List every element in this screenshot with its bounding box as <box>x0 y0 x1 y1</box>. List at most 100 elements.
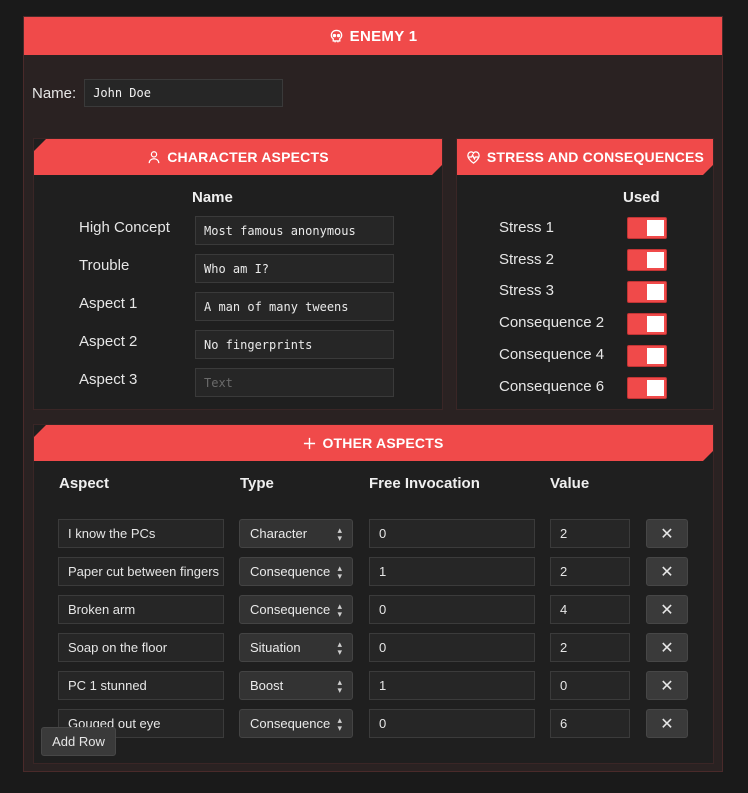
col-value: Value <box>550 475 590 492</box>
close-icon: ✕ <box>660 677 674 695</box>
aspect-input-high-concept[interactable]: Most famous anonymous <box>195 216 394 245</box>
enemy-card: ENEMY 1 Name: John Doe CHARACTER ASPECTS… <box>23 16 723 772</box>
aspect-input-trouble[interactable]: Who am I? <box>195 254 394 283</box>
other-aspects-title: OTHER ASPECTS <box>322 435 444 451</box>
stress-toggle-1[interactable] <box>627 217 667 239</box>
close-icon: ✕ <box>660 601 674 619</box>
character-aspects-col-name: Name <box>192 189 233 206</box>
row-free-invocation-input[interactable]: 0 <box>369 519 535 548</box>
character-aspects-title: CHARACTER ASPECTS <box>167 149 329 165</box>
user-icon <box>147 150 161 164</box>
toggle-knob <box>647 284 664 300</box>
stress-col-used: Used <box>623 189 660 206</box>
row-value-input[interactable]: 2 <box>550 519 630 548</box>
consequence-toggle-4[interactable] <box>627 345 667 367</box>
chevron-updown-icon: ▴ ▾ <box>337 676 342 695</box>
aspect-label-aspect-1: Aspect 1 <box>79 295 138 312</box>
row-aspect-input[interactable]: PC 1 stunned <box>58 671 224 700</box>
close-icon: ✕ <box>660 525 674 543</box>
stress-panel: STRESS AND CONSEQUENCES Used Stress 1 St… <box>456 138 714 410</box>
row-aspect-input[interactable]: Broken arm <box>58 595 224 624</box>
skull-icon <box>329 29 344 44</box>
row-type-select[interactable]: Character ▴ ▾ <box>239 519 353 548</box>
chevron-updown-icon: ▴ ▾ <box>337 638 342 657</box>
close-icon: ✕ <box>660 715 674 733</box>
toggle-knob <box>647 252 664 268</box>
row-free-invocation-input[interactable]: 1 <box>369 671 535 700</box>
row-free-invocation-input[interactable]: 0 <box>369 709 535 738</box>
character-aspects-panel: CHARACTER ASPECTS Name High Concept Most… <box>33 138 443 410</box>
row-type-select[interactable]: Consequence ▴ ▾ <box>239 595 353 624</box>
close-icon: ✕ <box>660 563 674 581</box>
chevron-updown-icon: ▴ ▾ <box>337 562 342 581</box>
consequence-label-4: Consequence 4 <box>499 346 605 363</box>
aspect-input-aspect-3[interactable]: Text <box>195 368 394 397</box>
stress-label-3: Stress 3 <box>499 282 555 299</box>
row-value-input[interactable]: 2 <box>550 557 630 586</box>
stress-header: STRESS AND CONSEQUENCES <box>457 139 713 175</box>
toggle-knob <box>647 380 664 396</box>
character-aspects-header: CHARACTER ASPECTS <box>34 139 442 175</box>
aspect-label-aspect-2: Aspect 2 <box>79 333 138 350</box>
aspect-input-aspect-1[interactable]: A man of many tweens <box>195 292 394 321</box>
stress-title: STRESS AND CONSEQUENCES <box>486 149 705 165</box>
col-type: Type <box>240 475 274 492</box>
row-aspect-input[interactable]: Paper cut between fingers <box>58 557 224 586</box>
aspect-label-aspect-3: Aspect 3 <box>79 371 138 388</box>
card-header: ENEMY 1 <box>24 17 722 55</box>
row-type-value: Situation <box>250 640 301 655</box>
remove-row-button[interactable]: ✕ <box>646 595 688 624</box>
remove-row-button[interactable]: ✕ <box>646 633 688 662</box>
row-type-value: Consequence <box>250 716 331 731</box>
row-value-input[interactable]: 6 <box>550 709 630 738</box>
heart-pulse-icon <box>466 150 481 164</box>
chevron-updown-icon: ▴ ▾ <box>337 524 342 543</box>
row-type-value: Character <box>250 526 308 541</box>
row-value-input[interactable]: 4 <box>550 595 630 624</box>
plus-icon <box>303 437 316 450</box>
name-label: Name: <box>32 84 77 102</box>
remove-row-button[interactable]: ✕ <box>646 709 688 738</box>
name-input[interactable]: John Doe <box>84 79 284 107</box>
col-free-invocation: Free Invocation <box>369 475 480 492</box>
row-type-select[interactable]: Consequence ▴ ▾ <box>239 709 353 738</box>
toggle-knob <box>647 348 664 364</box>
close-icon: ✕ <box>660 639 674 657</box>
row-type-value: Consequence <box>250 602 331 617</box>
consequence-toggle-2[interactable] <box>627 313 667 335</box>
card-title: ENEMY 1 <box>349 27 418 45</box>
row-type-value: Boost <box>250 678 284 693</box>
row-free-invocation-input[interactable]: 0 <box>369 595 535 624</box>
chevron-updown-icon: ▴ ▾ <box>337 600 342 619</box>
toggle-knob <box>647 220 664 236</box>
row-value-input[interactable]: 0 <box>550 671 630 700</box>
row-free-invocation-input[interactable]: 0 <box>369 633 535 662</box>
row-aspect-input[interactable]: I know the PCs <box>58 519 224 548</box>
toggle-knob <box>647 316 664 332</box>
row-value-input[interactable]: 2 <box>550 633 630 662</box>
row-free-invocation-input[interactable]: 1 <box>369 557 535 586</box>
aspect-input-aspect-2[interactable]: No fingerprints <box>195 330 394 359</box>
consequence-label-6: Consequence 6 <box>499 378 605 395</box>
chevron-updown-icon: ▴ ▾ <box>337 714 342 733</box>
row-aspect-input[interactable]: Soap on the floor <box>58 633 224 662</box>
add-row-button[interactable]: Add Row <box>41 727 116 756</box>
row-type-select[interactable]: Situation ▴ ▾ <box>239 633 353 662</box>
aspect-label-trouble: Trouble <box>79 257 130 274</box>
stress-toggle-3[interactable] <box>627 281 667 303</box>
consequence-toggle-6[interactable] <box>627 377 667 399</box>
row-type-select[interactable]: Boost ▴ ▾ <box>239 671 353 700</box>
stress-label-1: Stress 1 <box>499 219 555 236</box>
aspect-label-high-concept: High Concept <box>79 219 170 236</box>
stress-label-2: Stress 2 <box>499 251 555 268</box>
row-type-select[interactable]: Consequence ▴ ▾ <box>239 557 353 586</box>
remove-row-button[interactable]: ✕ <box>646 519 688 548</box>
remove-row-button[interactable]: ✕ <box>646 557 688 586</box>
col-aspect: Aspect <box>59 475 110 492</box>
row-type-value: Consequence <box>250 564 331 579</box>
other-aspects-header: OTHER ASPECTS <box>34 425 713 461</box>
name-row: Name: John Doe <box>32 79 284 107</box>
other-aspects-panel: OTHER ASPECTS Aspect Type Free Invocatio… <box>33 424 714 764</box>
stress-toggle-2[interactable] <box>627 249 667 271</box>
remove-row-button[interactable]: ✕ <box>646 671 688 700</box>
